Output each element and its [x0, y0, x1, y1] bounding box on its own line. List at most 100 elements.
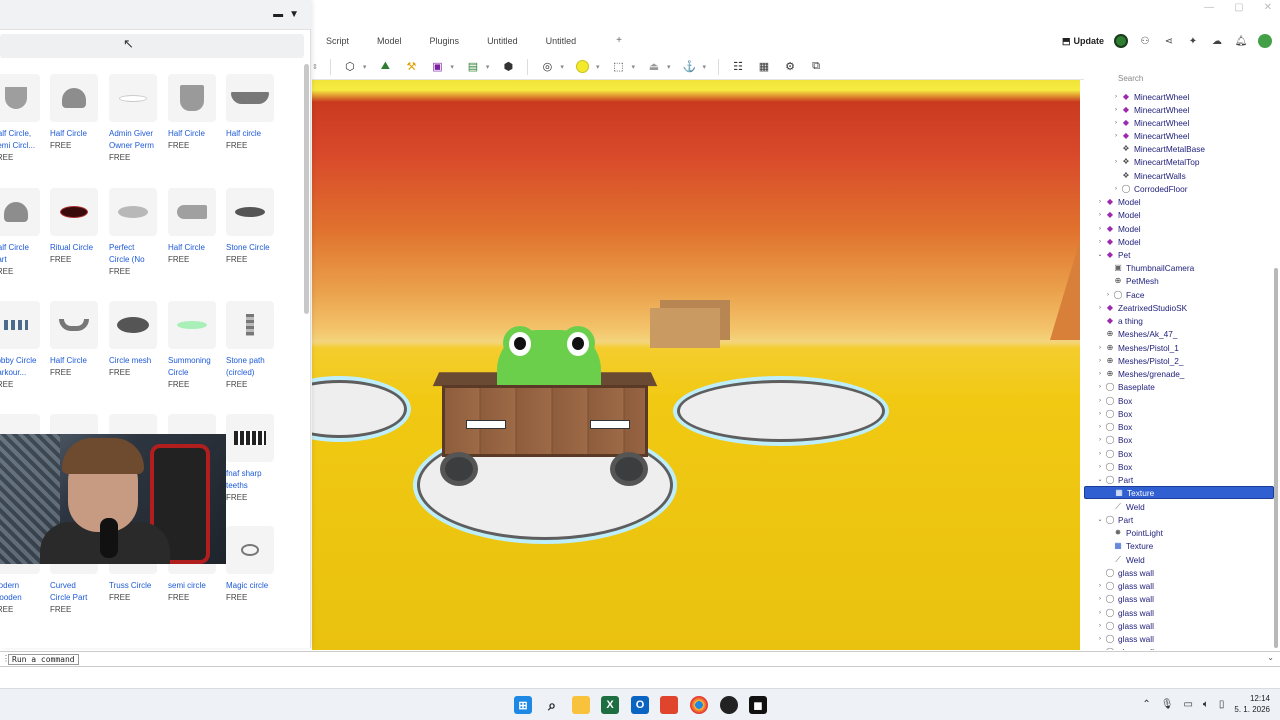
model-icon[interactable]: ⬢ — [499, 58, 517, 76]
minecart-wheel-right[interactable] — [610, 452, 648, 486]
explorer-row[interactable]: › ❖ MinecartMetalTop — [1084, 155, 1274, 168]
expand-arrow-icon[interactable]: › — [1096, 464, 1104, 470]
maximize-icon[interactable]: ▢ — [1234, 2, 1243, 13]
expand-arrow-icon[interactable]: › — [1112, 133, 1120, 139]
expand-arrow-icon[interactable]: › — [1096, 199, 1104, 205]
explorer-row[interactable]: ✸ PointLight — [1084, 526, 1274, 539]
outlook-icon[interactable]: O — [631, 696, 649, 714]
toolbox-item-name[interactable]: Stone Circle — [226, 242, 282, 254]
explorer-row[interactable]: › ⊕ Meshes/Pistol_2_ — [1084, 354, 1274, 367]
filter-icon[interactable]: ▼ — [289, 9, 299, 20]
tab-plugins[interactable]: Plugins — [416, 30, 474, 52]
explorer-row[interactable]: › ◯ Box — [1084, 460, 1274, 473]
chevron-down-icon[interactable]: ▾ — [560, 63, 564, 71]
toolbox-item-name[interactable]: Stone path (circled) — [226, 355, 282, 379]
expand-arrow-icon[interactable]: › — [1096, 636, 1104, 642]
toolbox-item-name[interactable]: Admin Giver Owner Perm — [109, 128, 165, 152]
expand-arrow-icon[interactable]: › — [1096, 623, 1104, 629]
explorer-row[interactable]: › ◯ Face — [1084, 288, 1274, 301]
toolbox-item-name[interactable]: Half Circle Part — [0, 242, 48, 266]
toolbox-item[interactable]: Perfect Circle (No FREE — [109, 188, 165, 278]
toolbox-item-name[interactable]: Curved Circle Part — [50, 580, 106, 604]
explorer-row[interactable]: ⌄ ◯ Part — [1084, 513, 1274, 526]
explorer-row[interactable]: › ◆ Model — [1084, 195, 1274, 208]
expand-arrow-icon[interactable]: › — [1096, 398, 1104, 404]
toolbox-item[interactable]: Half Circle FREE — [168, 74, 224, 152]
toolbox-item-name[interactable]: Half Circle — [168, 128, 224, 140]
toolbox-item-name[interactable]: Ritual Circle — [50, 242, 106, 254]
expand-arrow-icon[interactable]: › — [1096, 649, 1104, 651]
toolbox-icon[interactable]: ⚒ — [402, 58, 420, 76]
explorer-row[interactable]: › ◆ MinecartWheel — [1084, 116, 1274, 129]
add-tab-button[interactable]: + — [602, 30, 636, 52]
expand-arrow-icon[interactable]: ⌄ — [1096, 251, 1104, 258]
minecart-wheel-left[interactable] — [440, 452, 478, 486]
explorer-row[interactable]: ⌄ ◯ Part — [1084, 473, 1274, 486]
minimize-icon[interactable]: — — [1204, 2, 1214, 13]
status-indicator-icon[interactable] — [1114, 34, 1128, 48]
toolbox-item-name[interactable]: semi circle — [168, 580, 224, 592]
toolbox-item-name[interactable]: Summoning Circle — [168, 355, 224, 379]
expand-arrow-icon[interactable]: › — [1096, 596, 1104, 602]
expand-arrow-icon[interactable]: › — [1096, 371, 1104, 377]
explorer-row[interactable]: ▣ ThumbnailCamera — [1084, 261, 1274, 274]
toolbar-dropdown-icon[interactable]: ⇕ — [312, 63, 318, 71]
explorer-row[interactable]: ⌄ ◆ Pet — [1084, 248, 1274, 261]
update-button[interactable]: ⬒ Update — [1062, 36, 1104, 47]
toolbox-item-name[interactable]: Modern Wooden — [0, 580, 48, 604]
chevron-down-icon[interactable]: ⌄ — [1267, 653, 1274, 662]
explorer-row[interactable]: › ◆ MinecartWheel — [1084, 129, 1274, 142]
volume-icon[interactable]: 🔈︎ — [1203, 699, 1209, 710]
group-icon[interactable]: ⬚ — [609, 58, 627, 76]
toolbox-item-name[interactable]: Half Circle — [168, 242, 224, 254]
share-icon[interactable]: ⋖ — [1162, 34, 1176, 48]
expand-arrow-icon[interactable]: › — [1112, 159, 1120, 165]
toolbox-item-name[interactable]: Half Circle — [50, 355, 106, 367]
toolbox-item[interactable]: Magic circle FREE — [226, 526, 282, 604]
explorer-row[interactable]: › ⊕ Meshes/grenade_ — [1084, 367, 1274, 380]
expand-arrow-icon[interactable]: ⌄ — [1096, 516, 1104, 523]
toolbox-item[interactable]: Half Circle FREE — [50, 74, 106, 152]
explorer-row[interactable]: ›◯glass wall — [1084, 606, 1274, 619]
toolbox-item[interactable]: Lobby Circle Parkour...FREE — [0, 301, 48, 391]
notifications-icon[interactable]: 🔔︎ — [1234, 34, 1248, 48]
microphone-icon[interactable]: 🎙︎ — [1161, 699, 1174, 710]
expand-arrow-icon[interactable]: › — [1112, 94, 1120, 100]
ai-assistant-icon[interactable]: ✦ — [1186, 34, 1200, 48]
toolbox-item[interactable]: Half Circle FREE — [50, 301, 106, 379]
chevron-up-icon[interactable]: ⌃ — [1142, 699, 1150, 710]
battery-icon[interactable]: ▯ — [1219, 699, 1225, 710]
toolbox-item-name[interactable]: Magic circle — [226, 580, 282, 592]
tab-script[interactable]: Script — [312, 30, 363, 52]
expand-arrow-icon[interactable]: › — [1104, 292, 1112, 298]
color-icon[interactable] — [574, 58, 592, 76]
toolbox-item-name[interactable]: Truss Circle — [109, 580, 165, 592]
tab-untitled-2[interactable]: Untitled — [532, 30, 591, 52]
toolbox-item[interactable]: Stone Circle FREE — [226, 188, 282, 266]
chevron-down-icon[interactable]: ▾ — [631, 63, 635, 71]
explorer-row[interactable]: › ◯ Box — [1084, 447, 1274, 460]
search-icon[interactable]: ⌕ — [543, 696, 561, 714]
crates-model[interactable] — [650, 308, 720, 348]
toolbox-item[interactable]: Half circle FREE — [226, 74, 282, 152]
expand-arrow-icon[interactable]: › — [1096, 451, 1104, 457]
expand-arrow-icon[interactable]: › — [1096, 424, 1104, 430]
explorer-row[interactable]: › ◆ MinecartWheel — [1084, 90, 1274, 103]
toolbox-item[interactable]: Half Circle PartFREE — [0, 188, 48, 278]
expand-arrow-icon[interactable]: › — [1096, 437, 1104, 443]
chevron-down-icon[interactable]: ▾ — [450, 63, 454, 71]
explorer-row[interactable]: ⟋ Weld — [1084, 500, 1274, 513]
toolbox-item[interactable]: Ritual Circle FREE — [50, 188, 106, 266]
explorer-row[interactable]: ◆ a thing — [1084, 314, 1274, 327]
anchor-icon[interactable]: ⚓ — [680, 58, 698, 76]
tab-model[interactable]: Model — [363, 30, 416, 52]
settings-sliders-icon[interactable]: ⚙ — [781, 58, 799, 76]
expand-arrow-icon[interactable]: › — [1096, 239, 1104, 245]
toolbox-item-name[interactable]: fnaf sharp teeths — [226, 468, 282, 492]
expand-arrow-icon[interactable]: › — [1096, 226, 1104, 232]
toolbox-item-name[interactable]: Half Circle, Semi Circl... — [0, 128, 48, 152]
toolbox-item-name[interactable]: Circle mesh — [109, 355, 165, 367]
expand-arrow-icon[interactable]: › — [1112, 186, 1120, 192]
avatar[interactable] — [1258, 34, 1272, 48]
close-icon[interactable]: ✕ — [1264, 2, 1272, 13]
